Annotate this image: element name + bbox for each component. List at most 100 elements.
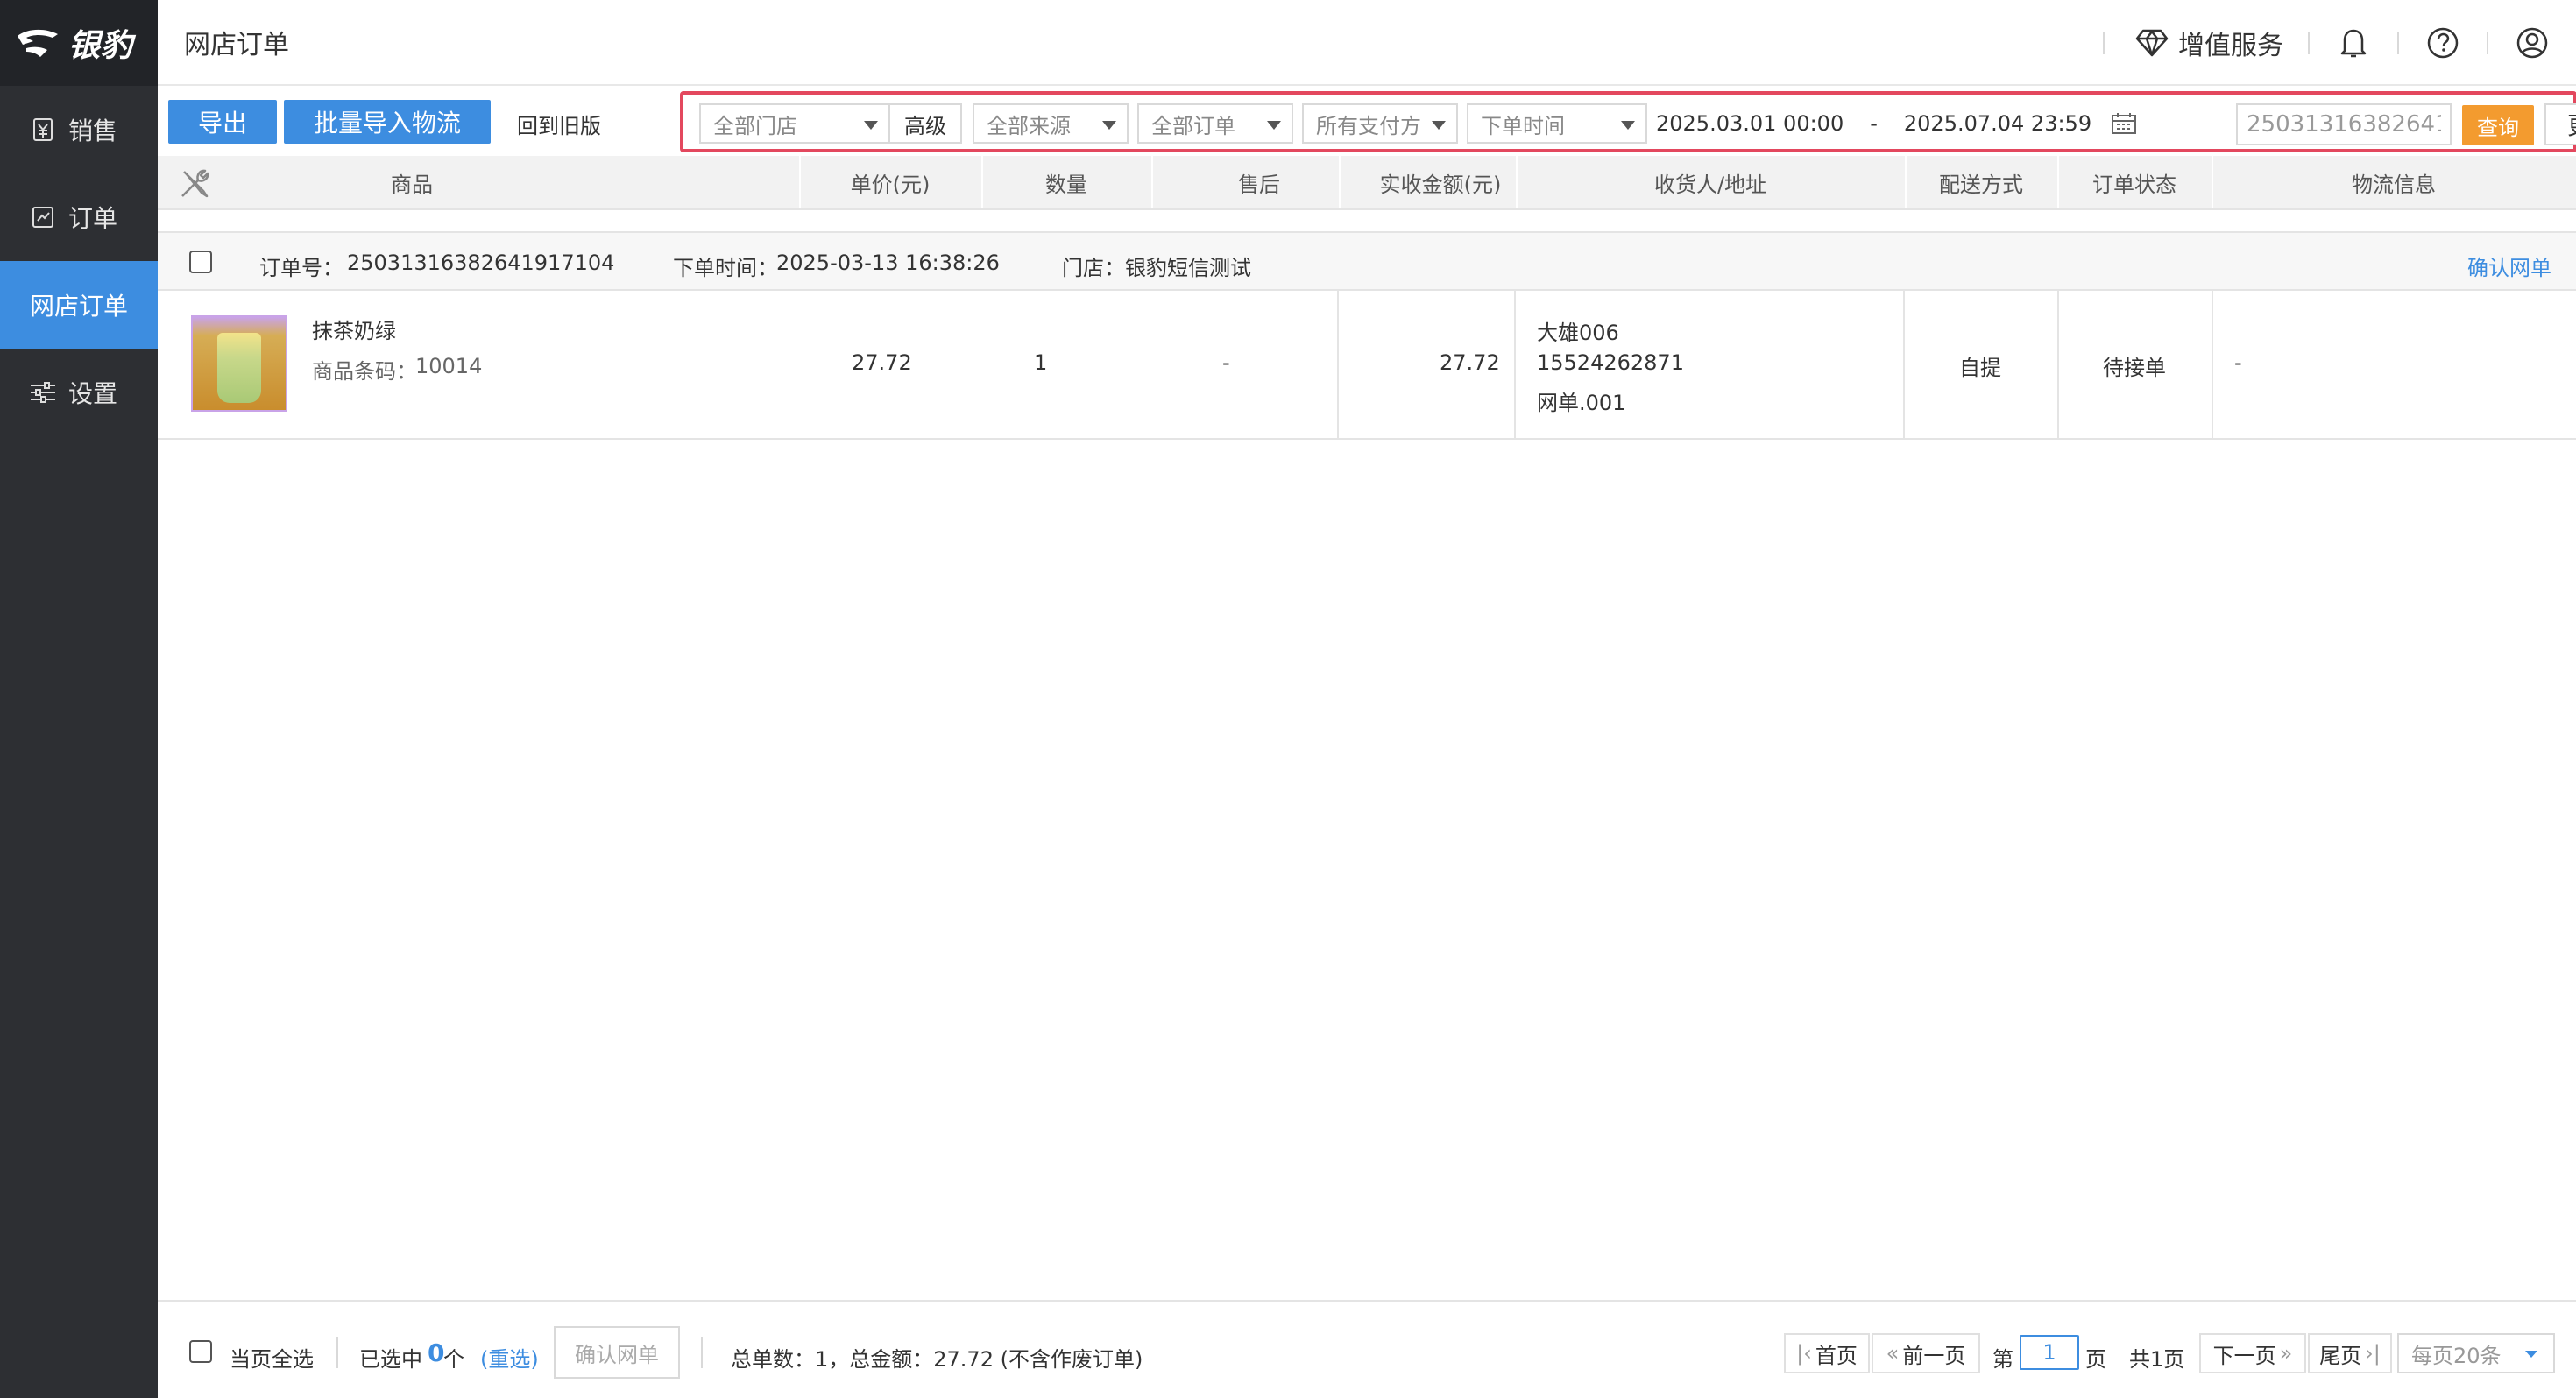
after-sale: - (1222, 350, 1230, 375)
product-image[interactable] (191, 315, 287, 412)
calendar-icon[interactable] (2111, 112, 2137, 135)
page-size-select[interactable]: 每页20条 (2397, 1333, 2555, 1373)
col-unit-price: 单价(元) (850, 172, 931, 197)
sidebar: 银豹 销售 订单 网店订单 设置 (0, 0, 158, 1398)
sidebar-item-settings[interactable]: 设置 (0, 349, 158, 436)
next-page-button[interactable]: 下一页 » (2199, 1333, 2306, 1373)
paid-amount: 27.72 (1440, 350, 1500, 375)
order-search-input[interactable] (2236, 103, 2452, 145)
caret-down-icon (1621, 121, 1635, 130)
caret-down-icon (2525, 1351, 2537, 1358)
col-status: 订单状态 (2092, 172, 2176, 197)
selected-suffix: 个 (443, 1347, 464, 1372)
last-page-button[interactable]: 尾页 ›| (2308, 1333, 2392, 1373)
batch-import-logistics-button[interactable]: 批量导入物流 (284, 100, 491, 144)
col-receiver: 收货人/地址 (1653, 172, 1767, 197)
order-type-select[interactable]: 全部订单 (1137, 103, 1293, 144)
notifications-button[interactable] (2310, 0, 2397, 86)
caret-down-icon (1432, 121, 1446, 130)
first-page-icon: |‹ (1796, 1341, 1812, 1366)
date-range-picker[interactable]: 2025.03.01 00:00 - 2025.07.04 23:59 (1656, 103, 2226, 144)
page-title: 网店订单 (184, 30, 289, 60)
confirm-online-order-button[interactable]: 确认网单 (554, 1326, 680, 1379)
divider (336, 1337, 338, 1368)
next-page-label: 下一页 (2212, 1343, 2276, 1368)
user-circle-icon (2516, 27, 2548, 59)
tools-icon[interactable] (177, 166, 212, 201)
page-number-input[interactable] (2020, 1335, 2079, 1370)
edit-doc-icon (28, 202, 58, 232)
cell-divider (1337, 291, 1339, 438)
query-button[interactable]: 查询 (2462, 105, 2534, 145)
col-product: 商品 (391, 172, 433, 197)
product-barcode-label: 商品条码： (312, 359, 417, 384)
logistics-info: - (2234, 350, 2242, 375)
select-all-checkbox[interactable] (189, 1340, 212, 1363)
last-page-label: 尾页 (2319, 1343, 2362, 1368)
order-summary: 总单数：1，总金额：27.72 (不含作废订单) (731, 1347, 1143, 1372)
order-number: 25031316382641917104 (347, 251, 615, 275)
time-type-select[interactable]: 下单时间 (1467, 103, 1647, 144)
reselect-link[interactable]: (重选) (480, 1342, 539, 1373)
sidebar-item-online-orders[interactable]: 网店订单 (0, 261, 158, 349)
order-number-label: 订单号： (259, 256, 343, 280)
receiver-name: 大雄006 (1537, 321, 1619, 345)
confirm-online-order-link[interactable]: 确认网单 (2467, 251, 2551, 281)
brand-name: 银豹 (68, 28, 134, 64)
prev-page-button[interactable]: « 前一页 (1872, 1333, 1980, 1373)
col-after-sale: 售后 (1238, 172, 1280, 197)
yen-receipt-icon (28, 115, 58, 145)
receiver-phone: 15524262871 (1537, 350, 1684, 375)
payment-select[interactable]: 所有支付方 (1302, 103, 1458, 144)
first-page-label: 首页 (1815, 1343, 1858, 1368)
toolbar: 导出 批量导入物流 回到旧版 全部门店 高级 全部来源 全部订单 所有支付方 下… (158, 86, 2576, 156)
prev-page-label: 前一页 (1902, 1343, 1966, 1368)
filter-bar: 全部门店 高级 全部来源 全部订单 所有支付方 下单时间 2025.03.01 … (680, 91, 2576, 152)
order-store-label: 门店： (1062, 256, 1125, 280)
payment-select-value: 所有支付方 (1316, 113, 1421, 138)
col-amount: 实收金额(元) (1379, 172, 1502, 197)
quantity: 1 (1034, 350, 1048, 375)
more-search-button[interactable]: 更多搜索 (2544, 103, 2576, 145)
col-delivery: 配送方式 (1939, 172, 2023, 197)
order-checkbox[interactable] (189, 251, 212, 273)
export-button[interactable]: 导出 (168, 100, 277, 144)
order-header-row: 订单号： 25031316382641917104 下单时间： 2025-03-… (158, 231, 2576, 291)
order-time: 2025-03-13 16:38:26 (776, 251, 1000, 275)
source-select-value: 全部来源 (987, 113, 1071, 138)
bell-icon (2340, 29, 2367, 58)
sidebar-item-sales[interactable]: 销售 (0, 86, 158, 173)
value-added-services-button[interactable]: 增值服务 (2105, 24, 2308, 62)
last-page-icon: ›| (2365, 1341, 2381, 1366)
sidebar-item-label: 销售 (68, 116, 118, 145)
order-time-label: 下单时间： (673, 256, 778, 280)
product-barcode: 10014 (415, 354, 483, 378)
account-button[interactable] (2488, 0, 2576, 86)
date-to[interactable]: 2025.07.04 23:59 (1904, 111, 2091, 136)
table-header: 商品 单价(元) 数量 售后 实收金额(元) 收货人/地址 配送方式 订单状态 … (158, 156, 2576, 210)
store-select[interactable]: 全部门店 (699, 103, 890, 144)
help-button[interactable] (2399, 0, 2487, 86)
col-quantity: 数量 (1045, 172, 1087, 197)
back-to-old-version-link[interactable]: 回到旧版 (517, 109, 601, 139)
matcha-drink-graphic (217, 333, 261, 403)
total-pages: 共1页 (2129, 1347, 2185, 1372)
receiver-address: 网单.001 (1537, 391, 1626, 415)
select-all-label[interactable]: 当页全选 (230, 1342, 314, 1373)
footer-bar: 当页全选 已选中 0 个 (重选) 确认网单 总单数：1，总金额：27.72 (… (158, 1300, 2576, 1398)
brand-logo[interactable]: 银豹 (0, 0, 158, 86)
caret-down-icon (1267, 121, 1281, 130)
source-select[interactable]: 全部来源 (973, 103, 1129, 144)
order-status: 待接单 (2103, 356, 2166, 380)
page-prefix: 第 (1992, 1347, 2013, 1372)
diamond-icon (2135, 29, 2169, 57)
col-logistics: 物流信息 (2352, 172, 2436, 197)
date-separator: - (1870, 111, 1878, 136)
sidebar-item-orders[interactable]: 订单 (0, 173, 158, 261)
cell-divider (2212, 291, 2213, 438)
advanced-button[interactable]: 高级 (888, 103, 962, 144)
help-circle-icon (2427, 27, 2459, 59)
store-select-value: 全部门店 (713, 113, 797, 138)
date-from[interactable]: 2025.03.01 00:00 (1656, 111, 1844, 136)
first-page-button[interactable]: |‹ 首页 (1784, 1333, 1870, 1373)
